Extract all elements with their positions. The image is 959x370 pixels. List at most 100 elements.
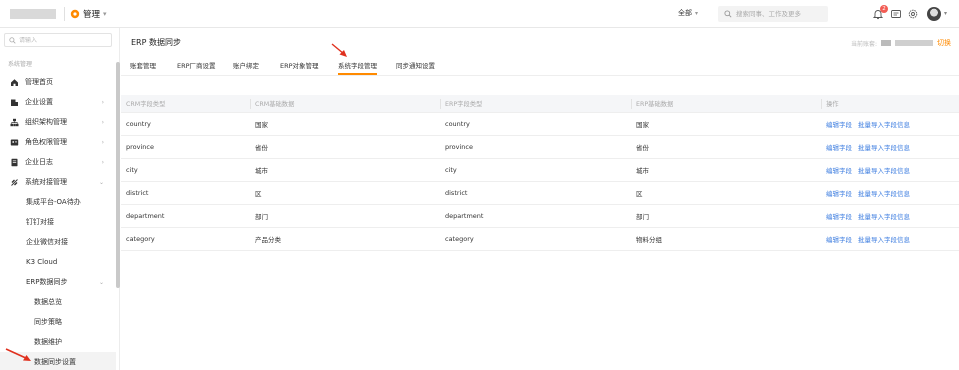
bulk-import-link[interactable]: 批量导入字段信息	[858, 142, 910, 152]
crm-field-type: district	[126, 189, 149, 197]
divider	[440, 99, 441, 109]
crm-base-data: 城市	[255, 167, 268, 175]
sidebar-item-label: 角色权限管理	[25, 138, 67, 146]
edit-field-link[interactable]: 编辑字段	[826, 142, 852, 152]
annotation-arrow	[331, 43, 347, 57]
gear-icon	[70, 9, 80, 19]
sidebar-item-label: 组织架构管理	[25, 118, 67, 126]
sidebar-search-input[interactable]	[19, 36, 109, 44]
sidebar-section-label: 系统管理	[8, 61, 33, 68]
settings-button[interactable]	[905, 6, 921, 22]
table-row: district 区 district 区 编辑字段 批量导入字段信息	[121, 182, 959, 205]
crm-field-type: province	[126, 143, 154, 151]
chevron-down-icon: ▾	[695, 9, 699, 17]
sidebar-item-label: K3 Cloud	[26, 258, 58, 266]
erp-base-data: 省份	[636, 144, 649, 152]
search-icon	[9, 36, 16, 44]
switch-tenant-link[interactable]: 切换	[937, 38, 951, 48]
erp-field-type: city	[445, 166, 457, 174]
sidebar-item-label: ERP数据同步	[26, 278, 68, 286]
global-search[interactable]	[718, 6, 828, 22]
sidebar-item-wecom[interactable]: 企业微信对接	[0, 232, 116, 252]
sidebar-item-logs[interactable]: 企业日志 ›	[0, 152, 116, 172]
sidebar-item-label: 集成平台-OA待办	[26, 198, 81, 206]
org-chart-icon	[10, 118, 19, 127]
app-switcher[interactable]: 管理 ▾	[70, 6, 107, 22]
bulk-import-link[interactable]: 批量导入字段信息	[858, 234, 910, 244]
sidebar-item-erp-sync[interactable]: ERP数据同步 ⌄	[0, 272, 116, 292]
scope-label: 全部	[678, 9, 692, 17]
chevron-right-icon: ›	[101, 158, 104, 166]
sidebar-item-oa-todo[interactable]: 集成平台-OA待办	[0, 192, 116, 212]
sidebar-item-label: 数据同步设置	[34, 358, 76, 366]
sidebar-item-roles[interactable]: 角色权限管理 ›	[0, 132, 116, 152]
tenant-label: 当前账套:	[850, 40, 877, 48]
sidebar-item-company-settings[interactable]: 企业设置 ›	[0, 92, 116, 112]
sidebar-item-sync-strategy[interactable]: 同步策略	[0, 312, 116, 332]
sidebar-item-label: 数据总览	[34, 298, 62, 306]
search-scope-select[interactable]: 全部 ▾	[678, 8, 698, 18]
avatar[interactable]	[927, 7, 941, 21]
tab-erp-objects[interactable]: ERP对象管理	[280, 60, 319, 75]
sidebar-item-org[interactable]: 组织架构管理 ›	[0, 112, 116, 132]
edit-field-link[interactable]: 编辑字段	[826, 165, 852, 175]
edit-field-link[interactable]: 编辑字段	[826, 188, 852, 198]
messages-button[interactable]	[888, 6, 904, 22]
notification-badge: 2	[880, 5, 888, 13]
tab-sync-notify[interactable]: 同步通知设置	[396, 60, 435, 75]
erp-field-type: province	[445, 143, 473, 151]
link-icon	[10, 178, 19, 187]
document-icon	[10, 158, 19, 167]
bulk-import-link[interactable]: 批量导入字段信息	[858, 119, 910, 129]
current-tenant: 当前账套: 切换	[851, 38, 951, 48]
divider	[64, 7, 65, 21]
sidebar-item-integration[interactable]: 系统对接管理 ⌄	[0, 172, 116, 192]
tab-system-fields[interactable]: 系统字段管理	[338, 60, 377, 75]
main-content: ERP 数据同步 当前账套: 切换 账套管理 ERP厂商设置 账户绑定 ERP对…	[121, 28, 959, 370]
edit-field-link[interactable]: 编辑字段	[826, 211, 852, 221]
erp-base-data: 国家	[636, 121, 649, 129]
home-icon	[10, 78, 19, 87]
chevron-down-icon: ⌄	[98, 278, 104, 286]
crm-base-data: 国家	[255, 121, 268, 129]
edit-field-link[interactable]: 编辑字段	[826, 234, 852, 244]
tab-bar: 账套管理 ERP厂商设置 账户绑定 ERP对象管理 系统字段管理 同步通知设置	[121, 54, 959, 76]
sidebar-item-data-overview[interactable]: 数据总览	[0, 292, 116, 312]
table-row: country 国家 country 国家 编辑字段 批量导入字段信息	[121, 113, 959, 136]
sidebar-search[interactable]	[4, 33, 112, 47]
chevron-right-icon: ›	[101, 138, 104, 146]
chevron-down-icon: ⌄	[98, 178, 104, 186]
tab-erp-vendor[interactable]: ERP厂商设置	[177, 60, 216, 75]
bulk-import-link[interactable]: 批量导入字段信息	[858, 211, 910, 221]
chevron-down-icon[interactable]: ▾	[944, 10, 947, 17]
sidebar-item-label: 企业微信对接	[26, 238, 68, 246]
bulk-import-link[interactable]: 批量导入字段信息	[858, 188, 910, 198]
sidebar-item-dingtalk[interactable]: 钉钉对接	[0, 212, 116, 232]
top-bar: 管理 ▾ 全部 ▾ 2 ▾	[0, 0, 959, 28]
id-card-icon	[10, 138, 19, 147]
chevron-right-icon: ›	[101, 118, 104, 126]
company-logo[interactable]	[10, 9, 56, 19]
sidebar-scrollbar[interactable]	[116, 62, 120, 288]
divider	[821, 99, 822, 109]
edit-field-link[interactable]: 编辑字段	[826, 119, 852, 129]
app-title: 管理	[83, 10, 101, 20]
column-header: CRM基础数据	[255, 101, 295, 108]
table-row: city 城市 city 城市 编辑字段 批量导入字段信息	[121, 159, 959, 182]
sidebar-item-k3-cloud[interactable]: K3 Cloud	[0, 252, 116, 272]
sidebar-item-label: 企业日志	[25, 158, 53, 166]
crm-field-type: city	[126, 166, 138, 174]
global-search-input[interactable]	[736, 10, 826, 18]
erp-field-type: district	[445, 189, 468, 197]
bulk-import-link[interactable]: 批量导入字段信息	[858, 165, 910, 175]
sidebar-item-home[interactable]: 管理首页	[0, 72, 116, 92]
crm-field-type: category	[126, 235, 155, 243]
gear-icon	[908, 9, 918, 19]
column-header: CRM字段类型	[126, 101, 166, 108]
column-header: 操作	[826, 101, 839, 108]
tab-account-sets[interactable]: 账套管理	[130, 60, 156, 75]
tab-account-binding[interactable]: 账户绑定	[233, 60, 259, 75]
erp-base-data: 物料分组	[636, 236, 662, 244]
sidebar: 系统管理 管理首页 企业设置 › 组织架构管理 › 角色权限管理 › 企业日志 …	[0, 28, 120, 370]
divider	[250, 99, 251, 109]
